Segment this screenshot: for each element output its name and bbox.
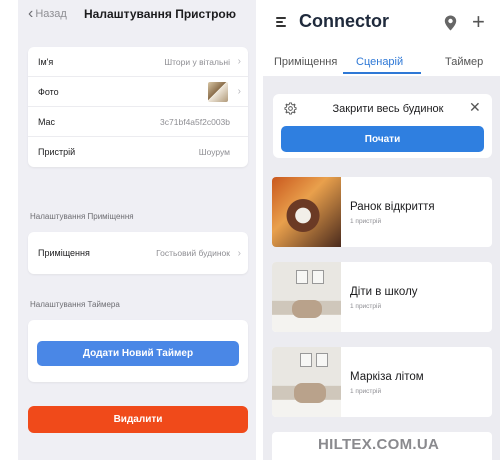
- device-settings-screen: ‹ Назад Налаштування Пристрою Ім'я Штори…: [18, 0, 256, 460]
- scenario-device-count: 1 пристрій: [350, 388, 382, 395]
- scenario-device-count: 1 пристрій: [350, 303, 382, 310]
- location-pin-icon[interactable]: [444, 15, 457, 31]
- scene-card: Закрити весь будинок ✕ Почати: [273, 94, 492, 158]
- name-label: Ім'я: [38, 56, 54, 67]
- name-row[interactable]: Ім'я Штори у вітальні ›: [28, 47, 248, 77]
- room-row[interactable]: Приміщення Гостьовий будинок ›: [28, 232, 248, 274]
- add-icon[interactable]: +: [472, 11, 485, 33]
- photo-row[interactable]: Фото ›: [28, 77, 248, 107]
- tab-rooms[interactable]: Приміщення: [274, 56, 337, 68]
- start-button[interactable]: Почати: [281, 126, 484, 152]
- chevron-left-icon: ‹: [28, 5, 34, 22]
- device-label: Пристрій: [38, 147, 76, 157]
- menu-icon[interactable]: [276, 17, 286, 27]
- timer-section-label: Налаштування Таймера: [30, 300, 120, 309]
- chevron-right-icon: ›: [237, 86, 241, 97]
- mac-value: 3c71bf4a5f2c003b: [160, 116, 230, 127]
- chevron-right-icon: ›: [237, 247, 241, 259]
- scenario-photo: [272, 262, 341, 332]
- name-value: Штори у вітальні: [164, 56, 230, 67]
- scenario-item[interactable]: Маркіза літом 1 пристрій: [272, 347, 492, 417]
- device-info-card: Ім'я Штори у вітальні › Фото › Mac 3c71b…: [28, 47, 248, 167]
- screenshot-stage: ‹ Назад Налаштування Пристрою Ім'я Штори…: [0, 0, 500, 460]
- photo-thumbnail: [208, 82, 228, 102]
- timer-card: Додати Новий Таймер: [28, 320, 248, 382]
- close-icon[interactable]: ✕: [469, 99, 481, 116]
- connector-screen: Connector + Приміщення Сценарій Таймер З…: [263, 0, 500, 460]
- active-tab-indicator: [343, 72, 421, 74]
- room-label: Приміщення: [38, 248, 90, 258]
- scenario-name: Діти в школу: [350, 286, 418, 298]
- room-value: Гостьовий будинок: [156, 248, 230, 258]
- chevron-right-icon: ›: [237, 56, 241, 67]
- scenario-photo: [272, 347, 341, 417]
- add-timer-button[interactable]: Додати Новий Таймер: [37, 341, 239, 366]
- scenario-name: Маркіза літом: [350, 371, 424, 383]
- scenario-item[interactable]: Ранок відкриття 1 пристрій: [272, 177, 492, 247]
- gear-icon[interactable]: [284, 102, 297, 115]
- device-settings-header: ‹ Назад Налаштування Пристрою: [18, 0, 256, 32]
- tab-timer[interactable]: Таймер: [445, 56, 483, 68]
- scenario-device-count: 1 пристрій: [350, 218, 382, 225]
- scene-title: Закрити весь будинок: [332, 103, 444, 115]
- scenario-photo: [272, 177, 341, 247]
- room-card: Приміщення Гостьовий будинок ›: [28, 232, 248, 274]
- watermark: HILTEX.COM.UA: [318, 436, 440, 453]
- device-value: Шоурум: [198, 147, 230, 157]
- room-section-label: Налаштування Приміщення: [30, 212, 134, 221]
- top-bar: Connector + Приміщення Сценарій Таймер: [263, 0, 500, 76]
- scenario-name: Ранок відкриття: [350, 201, 435, 213]
- app-title: Connector: [299, 11, 389, 31]
- device-row: Пристрій Шоурум: [28, 137, 248, 167]
- mac-row: Mac 3c71bf4a5f2c003b: [28, 107, 248, 137]
- mac-label: Mac: [38, 116, 56, 127]
- scenario-item[interactable]: Діти в школу 1 пристрій: [272, 262, 492, 332]
- delete-button[interactable]: Видалити: [28, 406, 248, 433]
- photo-label: Фото: [38, 86, 59, 97]
- tab-scenarios[interactable]: Сценарій: [356, 56, 403, 68]
- page-title: Налаштування Пристрою: [84, 7, 237, 21]
- back-label: Назад: [35, 8, 67, 20]
- back-button[interactable]: ‹ Назад: [28, 5, 67, 22]
